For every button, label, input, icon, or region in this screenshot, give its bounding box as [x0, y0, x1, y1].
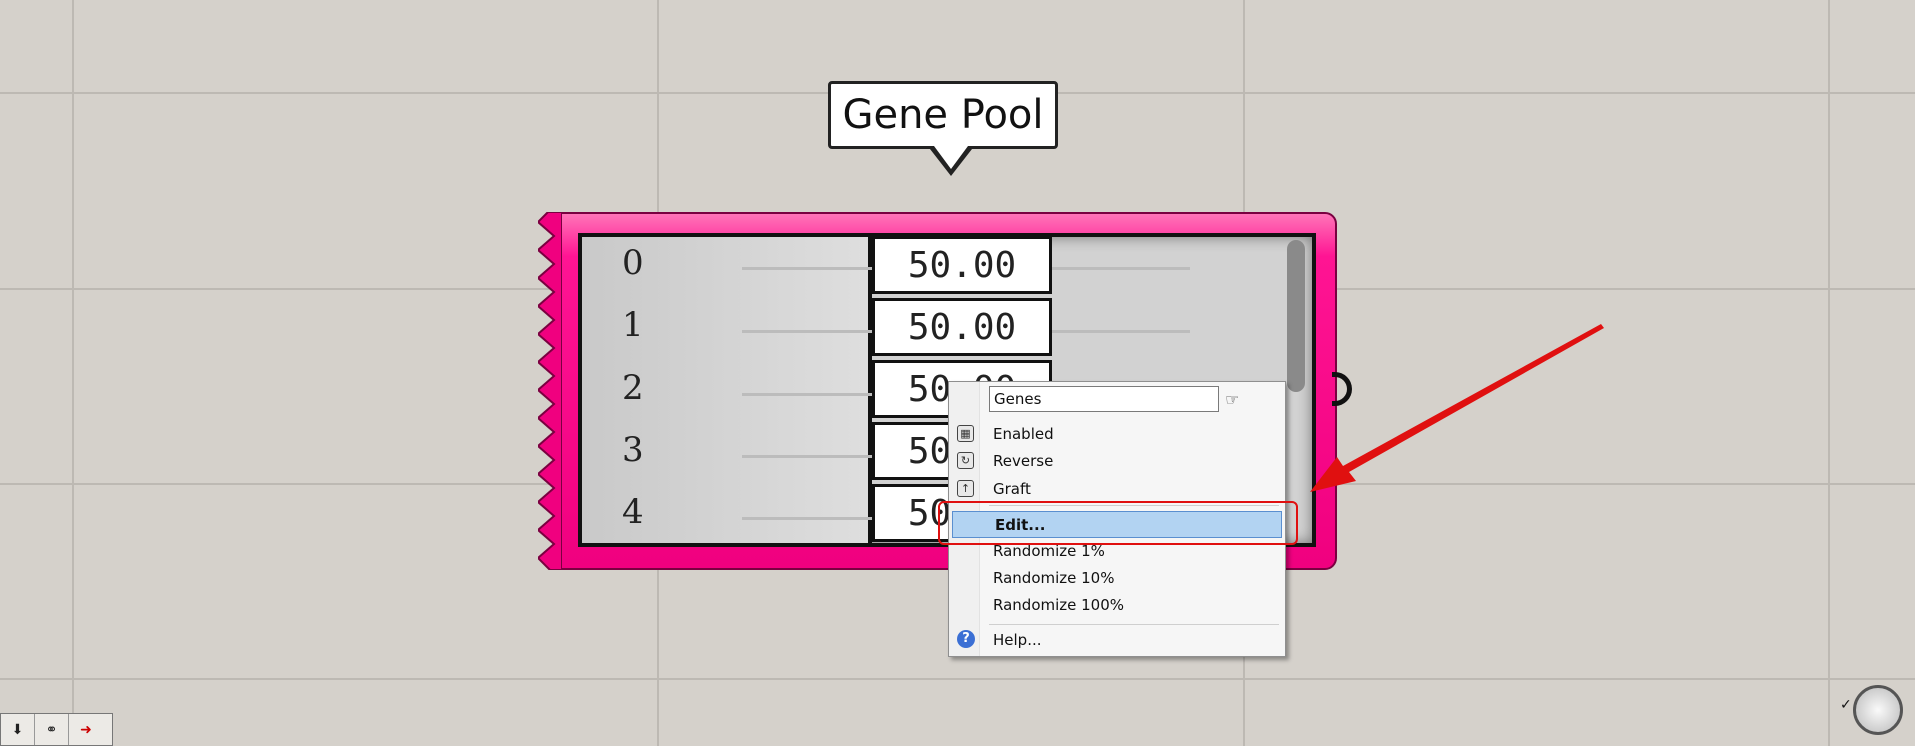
navigation-compass[interactable]: [1853, 685, 1903, 735]
canvas-toolbar: ⬇ ⚭ ➜: [0, 713, 113, 746]
annotation-arrow: [1310, 324, 1604, 492]
glasses-icon[interactable]: ⚭: [35, 714, 69, 745]
download-icon[interactable]: ⬇: [1, 714, 35, 745]
transfer-icon[interactable]: ➜: [69, 714, 103, 745]
compass-pointer-icon: ✓: [1840, 697, 1852, 713]
